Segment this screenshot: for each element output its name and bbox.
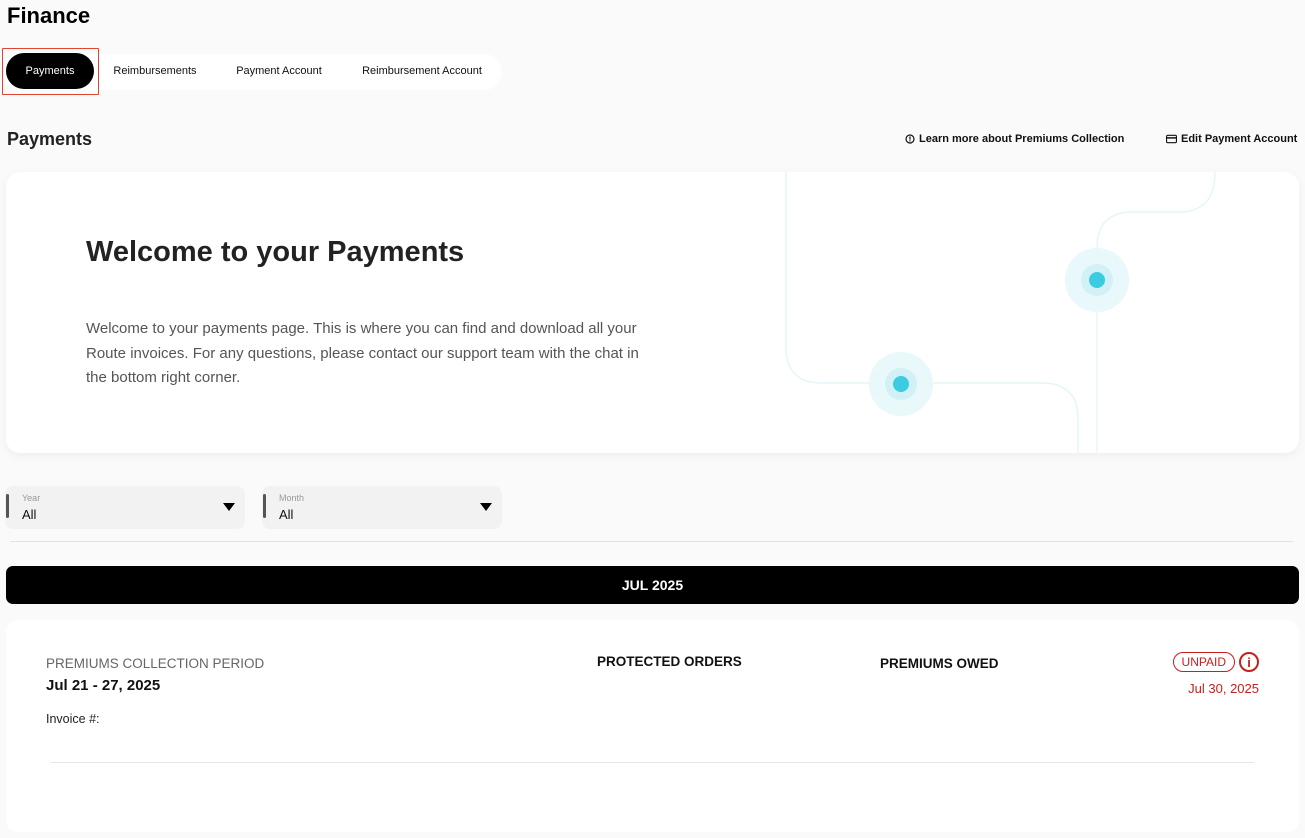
premiums-owed-header: PREMIUMS OWED	[880, 656, 999, 671]
edit-payment-account-link[interactable]: Edit Payment Account	[1166, 133, 1297, 145]
edit-payment-account-label: Edit Payment Account	[1181, 133, 1298, 145]
invoice-number-label: Invoice #:	[46, 712, 100, 726]
period-label: PREMIUMS COLLECTION PERIOD	[46, 656, 265, 671]
month-group-header[interactable]: JUL 2025	[6, 566, 1299, 604]
caret-down-icon	[480, 503, 492, 511]
decorative-network-illustration	[785, 172, 1216, 453]
year-select[interactable]: Year All	[5, 486, 245, 529]
protected-orders-header: PROTECTED ORDERS	[597, 654, 742, 669]
tab-bar: Payments Reimbursements Payment Account …	[2, 48, 502, 95]
month-select-value: All	[279, 507, 294, 522]
year-select-value: All	[22, 507, 37, 522]
tab-reimbursement-account[interactable]: Reimbursement Account	[342, 53, 502, 89]
month-select-indicator	[263, 494, 266, 518]
due-date: Jul 30, 2025	[1188, 681, 1259, 696]
welcome-card: Welcome to your Payments Welcome to your…	[6, 172, 1299, 453]
learn-more-link[interactable]: Learn more about Premiums Collection	[904, 133, 1124, 145]
year-select-indicator	[6, 494, 9, 518]
tab-payment-account[interactable]: Payment Account	[216, 53, 342, 89]
status-group: UNPAID i	[1172, 652, 1259, 672]
section-title: Payments	[7, 129, 93, 149]
caret-down-icon	[223, 503, 235, 511]
info-circle-icon	[904, 134, 915, 145]
page-title: Finance	[7, 3, 91, 28]
period-card-divider	[51, 762, 1254, 763]
info-icon[interactable]: i	[1239, 652, 1259, 672]
credit-card-icon	[1166, 134, 1177, 145]
year-select-label: Year	[22, 493, 41, 503]
premiums-period-card: PREMIUMS COLLECTION PERIOD Jul 21 - 27, …	[6, 620, 1299, 832]
learn-more-label: Learn more about Premiums Collection	[919, 133, 1125, 145]
status-badge: UNPAID	[1172, 652, 1235, 672]
tab-payments[interactable]: Payments	[6, 53, 94, 89]
month-select[interactable]: Month All	[262, 486, 502, 529]
filters-divider	[10, 541, 1293, 542]
tab-reimbursements[interactable]: Reimbursements	[94, 53, 216, 89]
period-dates: Jul 21 - 27, 2025	[46, 677, 161, 694]
month-select-label: Month	[279, 493, 305, 503]
